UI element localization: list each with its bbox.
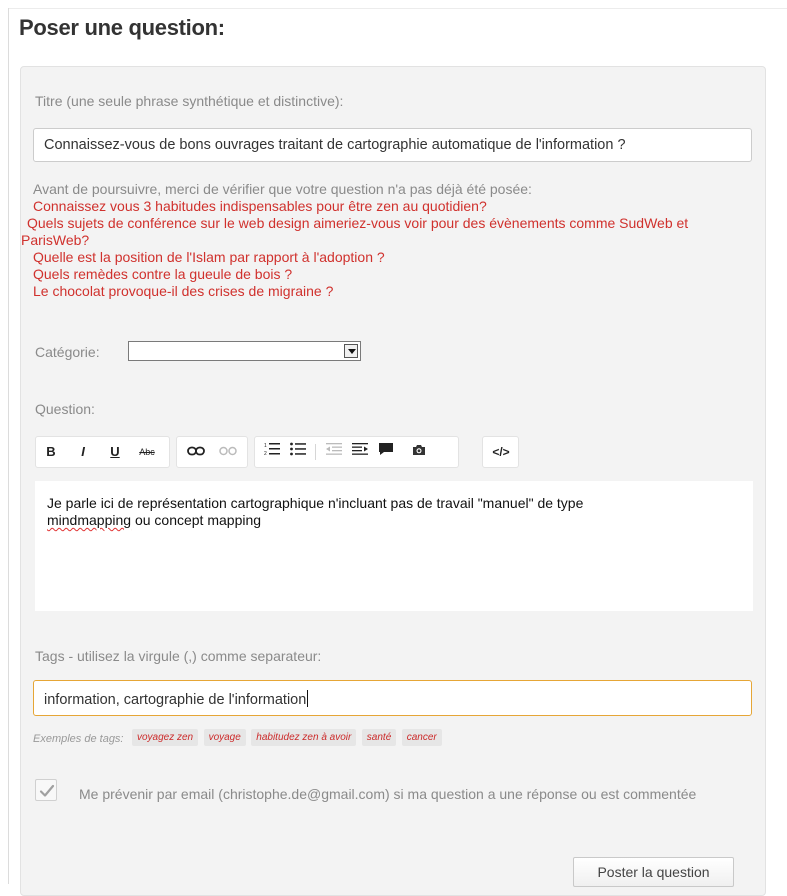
duplicate-question-link[interactable]: Quels remèdes contre la gueule de bois ? [27,266,757,283]
duplicate-question-link[interactable]: Quels sujets de conférence sur le web de… [21,215,757,249]
code-button[interactable]: </> [489,437,513,467]
duplicate-questions-list: Connaissez vous 3 habitudes indispensabl… [21,198,757,300]
left-divider [8,8,9,884]
tag-example-chip[interactable]: santé [361,729,397,746]
question-text-fragment: ou concept mapping [131,512,262,528]
question-label: Question: [35,401,95,417]
toolbar-group-link [176,436,248,468]
toolbar-group-code: </> [482,436,519,468]
tag-example-chip[interactable]: voyagez zen [131,729,199,746]
question-text-line: mindmapping ou concept mapping [47,512,741,529]
tags-input-value: information, cartographie de l'informati… [44,692,307,708]
submit-question-button[interactable]: Poster la question [573,857,734,887]
page-title: Poser une question: [19,15,225,40]
link-icon[interactable] [183,437,209,467]
tags-label: Tags - utilisez la virgule (,) comme sep… [35,648,322,664]
duplicate-check-intro: Avant de poursuivre, merci de vérifier q… [33,181,532,197]
title-input[interactable]: Connaissez-vous de bons ouvrages traitan… [33,128,752,162]
quote-icon[interactable] [375,437,397,467]
chevron-down-icon[interactable] [344,344,358,358]
notify-label: Me prévenir par email (christophe.de@gma… [79,786,697,802]
tags-input[interactable]: information, cartographie de l'informati… [33,680,752,716]
bold-button[interactable]: B [40,437,62,467]
top-divider [8,8,787,9]
ordered-list-icon[interactable]: 12 [261,437,283,467]
indent-icon[interactable] [349,437,371,467]
tag-examples: Exemples de tags: voyagez zen voyage hab… [33,727,443,746]
category-select[interactable] [128,341,361,361]
toolbar-group-paragraph: 12 [254,436,459,468]
svg-text:2: 2 [264,451,267,456]
text-caret [307,690,309,707]
notify-checkbox[interactable] [35,779,57,801]
category-label: Catégorie: [35,344,100,360]
underline-button[interactable]: U [104,437,126,467]
title-label: Titre (une seule phrase synthétique et d… [35,93,344,109]
camera-icon[interactable] [407,437,431,467]
question-editor[interactable]: Je parle ici de représentation cartograp… [35,481,753,611]
question-text-line: Je parle ici de représentation cartograp… [47,495,584,511]
strikethrough-button[interactable]: Abc [133,437,161,467]
tag-example-chip[interactable]: voyage [203,729,246,746]
svg-text:1: 1 [264,443,267,449]
misspelled-word: mindmapping [47,512,132,528]
toolbar-separator [403,444,404,460]
duplicate-question-link[interactable]: Le chocolat provoque-il des crises de mi… [27,283,757,300]
duplicate-question-link[interactable]: Connaissez vous 3 habitudes indispensabl… [27,198,757,215]
italic-button[interactable]: I [72,437,94,467]
tag-example-chip[interactable]: habitudez zen à avoir [251,729,357,746]
toolbar-separator [315,444,316,460]
checkmark-icon [39,784,55,797]
toolbar-group-format: B I U Abc [35,436,170,468]
outdent-icon[interactable] [323,437,345,467]
unlink-icon[interactable] [215,437,241,467]
tag-example-chip[interactable]: cancer [401,729,442,746]
tag-examples-label: Exemples de tags: [33,733,124,745]
duplicate-question-link[interactable]: Quelle est la position de l'Islam par ra… [27,249,757,266]
bullet-list-icon[interactable] [287,437,309,467]
